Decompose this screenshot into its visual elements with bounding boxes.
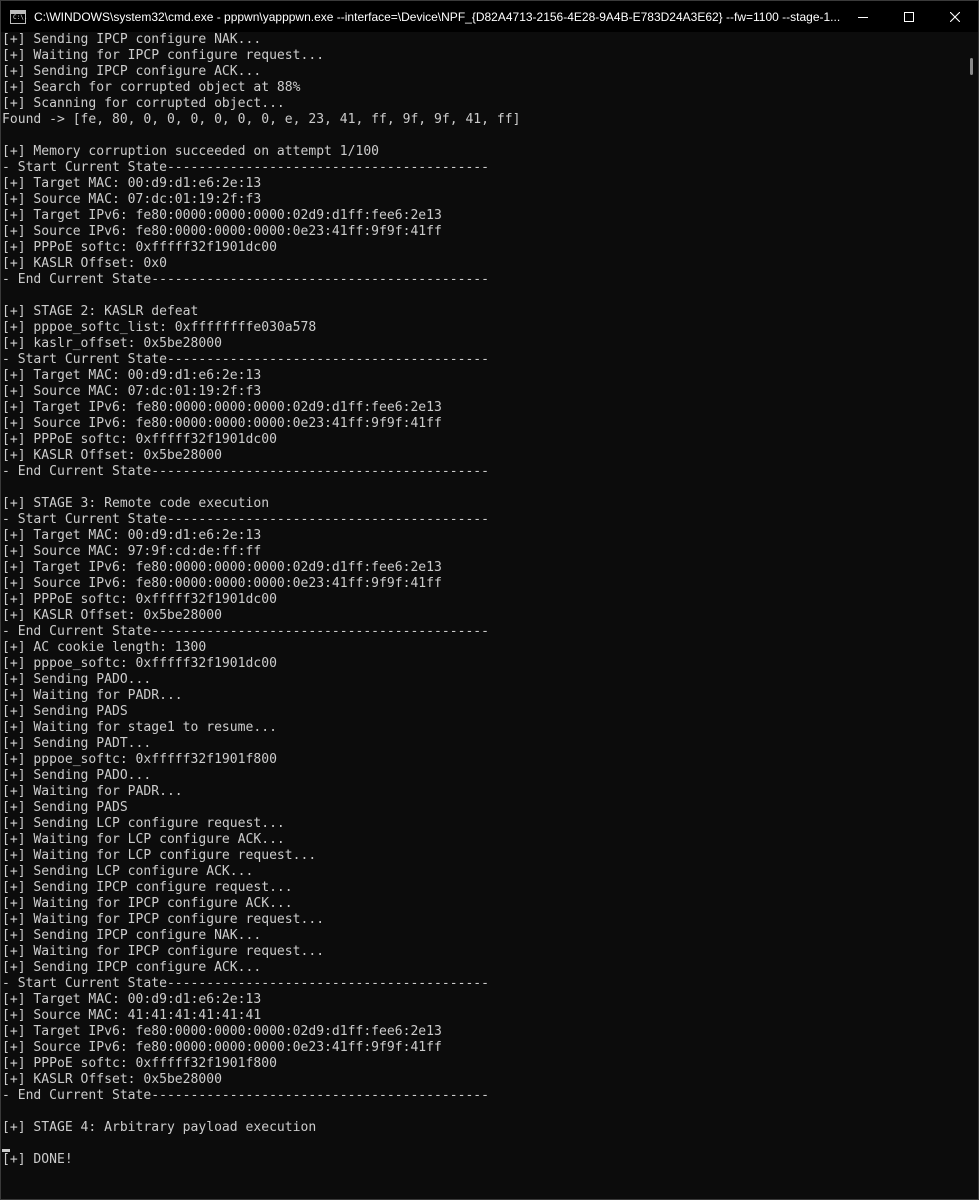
console-line: [+] KASLR Offset: 0x5be28000 [2,608,222,623]
console-line: - End Current State---------------------… [2,624,490,639]
vertical-scrollbar[interactable] [966,32,978,1199]
console-line: [+] pppoe_softc_list: 0xffffffffe030a578 [2,320,317,335]
cmd-window: C:\. C:\WINDOWS\system32\cmd.exe - pppwn… [0,0,979,1200]
console-line: [+] PPPoE softc: 0xfffff32f1901f800 [2,1056,277,1071]
console-line: [+] PPPoE softc: 0xfffff32f1901dc00 [2,592,277,607]
close-icon [950,11,960,22]
console-line: [+] Waiting for stage1 to resume... [2,720,277,735]
console-line: [+] Source MAC: 07:dc:01:19:2f:f3 [2,384,262,399]
console-line: - Start Current State-------------------… [2,976,490,991]
console-line: - Start Current State-------------------… [2,512,490,527]
minimize-button[interactable] [840,1,886,32]
console-line: [+] Sending LCP configure ACK... [2,864,254,879]
console-line: [+] Source MAC: 97:9f:cd:de:ff:ff [2,544,262,559]
console-line: - End Current State---------------------… [2,272,490,287]
console-line: - End Current State---------------------… [2,1088,490,1103]
console-line: - Start Current State-------------------… [2,352,490,367]
console-line: Found -> [fe, 80, 0, 0, 0, 0, 0, 0, e, 2… [2,112,521,127]
console-line: [+] Waiting for IPCP configure request..… [2,48,325,63]
console-line: [+] Sending PADS [2,704,128,719]
console-line: [+] Sending IPCP configure ACK... [2,960,262,975]
console-line: [+] Target IPv6: fe80:0000:0000:0000:02d… [2,208,442,223]
title-bar[interactable]: C:\. C:\WINDOWS\system32\cmd.exe - pppwn… [1,1,978,32]
console-line: [+] PPPoE softc: 0xfffff32f1901dc00 [2,432,277,447]
console-line: [+] Sending IPCP configure request... [2,880,293,895]
console-line: [+] pppoe_softc: 0xfffff32f1901f800 [2,752,277,767]
console-line: [+] Target IPv6: fe80:0000:0000:0000:02d… [2,1024,442,1039]
console-line: [+] STAGE 4: Arbitrary payload execution [2,1120,317,1135]
console-output[interactable]: [+] Sending IPCP configure NAK... [+] Wa… [2,32,957,1198]
console-line: [+] Sending LCP configure request... [2,816,285,831]
console-line: [+] pppoe_softc: 0xfffff32f1901dc00 [2,656,277,671]
console-line: [+] KASLR Offset: 0x0 [2,256,167,271]
console-line: [+] Target MAC: 00:d9:d1:e6:2e:13 [2,992,262,1007]
console-line: [+] STAGE 3: Remote code execution [2,496,270,511]
console-line: [+] Sending PADO... [2,672,152,687]
cmd-app-icon[interactable]: C:\. [10,9,28,24]
console-line: [+] Sending IPCP configure NAK... [2,32,262,47]
close-button[interactable] [932,1,978,32]
console-line: [+] Target IPv6: fe80:0000:0000:0000:02d… [2,560,442,575]
console-line: [+] Target IPv6: fe80:0000:0000:0000:02d… [2,400,442,415]
console-line: [+] AC cookie length: 1300 [2,640,207,655]
console-line: [+] Sending PADT... [2,736,152,751]
console-line: [+] Source IPv6: fe80:0000:0000:0000:0e2… [2,416,442,431]
minimize-icon [858,16,868,18]
console-line: [+] Waiting for IPCP configure ACK... [2,896,293,911]
console-line: [+] Waiting for IPCP configure request..… [2,912,325,927]
console-line: [+] Source IPv6: fe80:0000:0000:0000:0e2… [2,576,442,591]
console-line: [+] Target MAC: 00:d9:d1:e6:2e:13 [2,528,262,543]
console-line: [+] kaslr_offset: 0x5be28000 [2,336,222,351]
console-line: [+] Waiting for PADR... [2,688,183,703]
console-line: [+] Sending PADO... [2,768,152,783]
console-line: [+] DONE! [2,1152,73,1167]
console-line: [+] Scanning for corrupted object... [2,96,285,111]
window-title: C:\WINDOWS\system32\cmd.exe - pppwn\yapp… [34,9,840,24]
console-line: [+] Waiting for IPCP configure request..… [2,944,325,959]
text-cursor [2,1149,10,1152]
console-line: [+] PPPoE softc: 0xfffff32f1901dc00 [2,240,277,255]
app-icon-label: C:\. [13,13,28,21]
console-line: [+] Source MAC: 07:dc:01:19:2f:f3 [2,192,262,207]
maximize-icon [904,11,914,22]
console-line: [+] Sending PADS [2,800,128,815]
console-line: [+] Sending IPCP configure ACK... [2,64,262,79]
scrollbar-thumb[interactable] [970,58,973,75]
console-line: [+] Source IPv6: fe80:0000:0000:0000:0e2… [2,1040,442,1055]
console-line: [+] Search for corrupted object at 88% [2,80,301,95]
console-line: [+] Waiting for PADR... [2,784,183,799]
console-line: [+] KASLR Offset: 0x5be28000 [2,1072,222,1087]
console-line: [+] STAGE 2: KASLR defeat [2,304,199,319]
console-line: - End Current State---------------------… [2,464,490,479]
console-line: [+] Sending IPCP configure NAK... [2,928,262,943]
console-line: [+] KASLR Offset: 0x5be28000 [2,448,222,463]
console-line: [+] Source MAC: 41:41:41:41:41:41 [2,1008,262,1023]
console-line: [+] Source IPv6: fe80:0000:0000:0000:0e2… [2,224,442,239]
console-line: [+] Target MAC: 00:d9:d1:e6:2e:13 [2,176,262,191]
console-line: [+] Waiting for LCP configure request... [2,848,317,863]
console-text: [+] Sending IPCP configure NAK... [+] Wa… [2,32,957,1168]
console-line: [+] Target MAC: 00:d9:d1:e6:2e:13 [2,368,262,383]
maximize-button[interactable] [886,1,932,32]
console-line: - Start Current State-------------------… [2,160,490,175]
console-line: [+] Memory corruption succeeded on attem… [2,144,380,159]
console-line: [+] Waiting for LCP configure ACK... [2,832,285,847]
window-controls [840,1,978,32]
